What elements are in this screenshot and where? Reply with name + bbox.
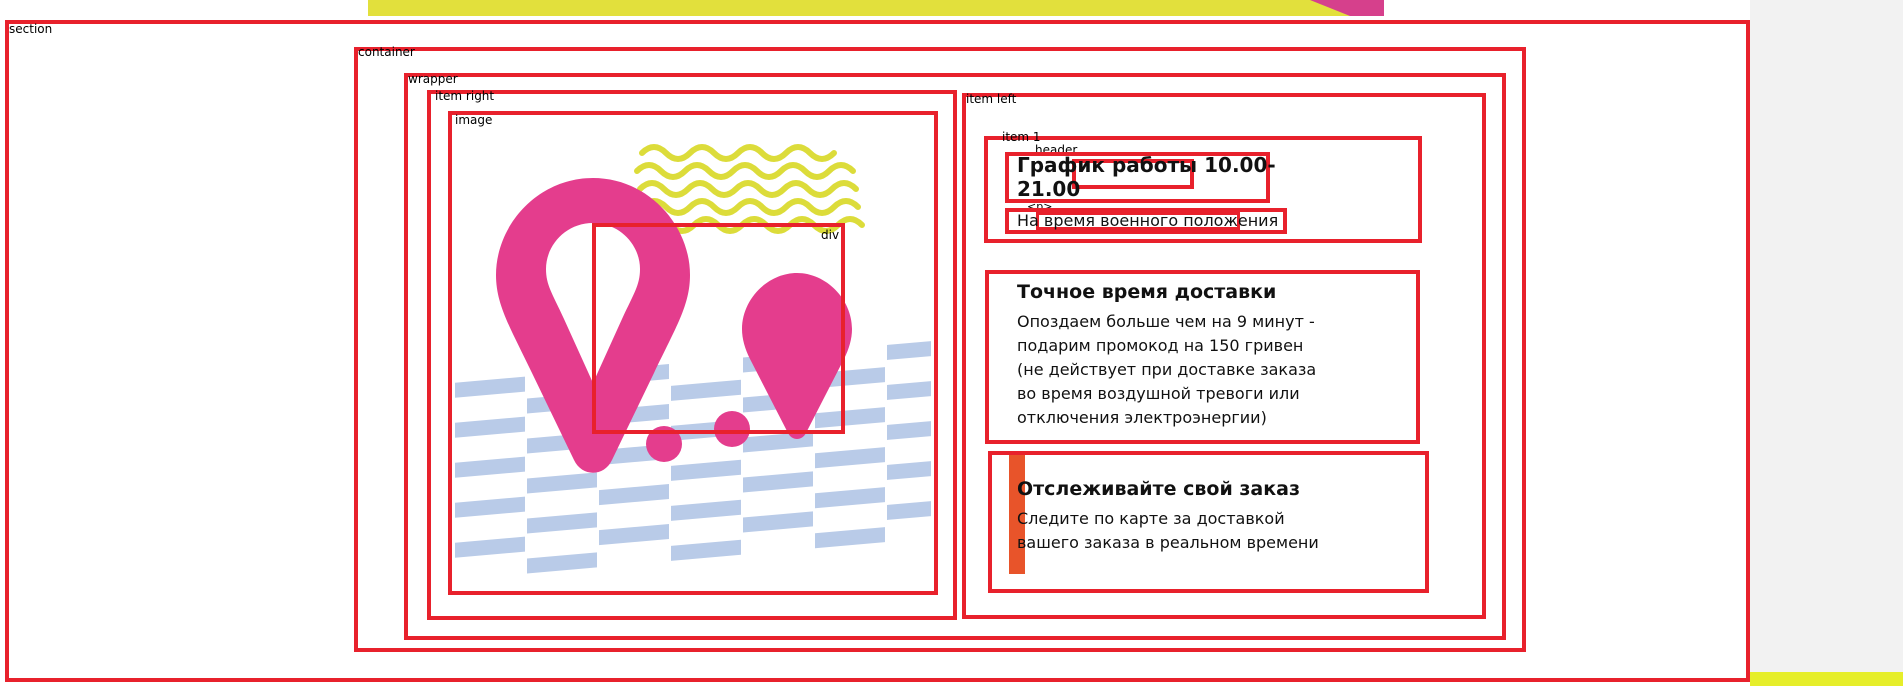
delivery-text-line: (не действует при доставке заказа [1017, 360, 1317, 379]
delivery-title: Точное время доставки [1017, 281, 1277, 303]
schedule-title: График работы 10.00- 21.00 [1017, 153, 1276, 201]
item-left-label: item left [966, 92, 1017, 106]
bottom-banner [1750, 672, 1903, 686]
delivery-text-line: отключения электроэнергии) [1017, 408, 1267, 427]
schedule-title-line1: График работы 10.00- [1017, 153, 1276, 177]
item-right-label: item right [435, 89, 495, 103]
delivery-text-line: Опоздаем больше чем на 9 минут - [1017, 312, 1315, 331]
wrapper-label: wrapper [408, 72, 458, 86]
container-label: container [358, 45, 415, 59]
tracking-text-line: вашего заказа в реальном времени [1017, 533, 1319, 552]
delivery-text-line: подарим промокод на 150 гривен [1017, 336, 1304, 355]
delivery-text: Опоздаем больше чем на 9 минут - подарим… [1017, 310, 1316, 430]
item-1-label: item 1 [1002, 130, 1041, 144]
tracking-text-line: Следите по карте за доставкой [1017, 509, 1285, 528]
top-banner [368, 0, 1384, 16]
top-banner-accent [1310, 0, 1384, 16]
div-outline [592, 223, 845, 434]
section-label: section [9, 22, 53, 36]
div-label: div [821, 228, 840, 242]
delivery-text-line: во время воздушной тревоги или [1017, 384, 1300, 403]
schedule-title-line2: 21.00 [1017, 177, 1081, 201]
tracking-text: Следите по карте за доставкой вашего зак… [1017, 507, 1319, 555]
schedule-subtitle: На время военного положения [1017, 211, 1279, 230]
page-gutter [1750, 0, 1903, 686]
tracking-title: Отслеживайте свой заказ [1017, 478, 1301, 500]
